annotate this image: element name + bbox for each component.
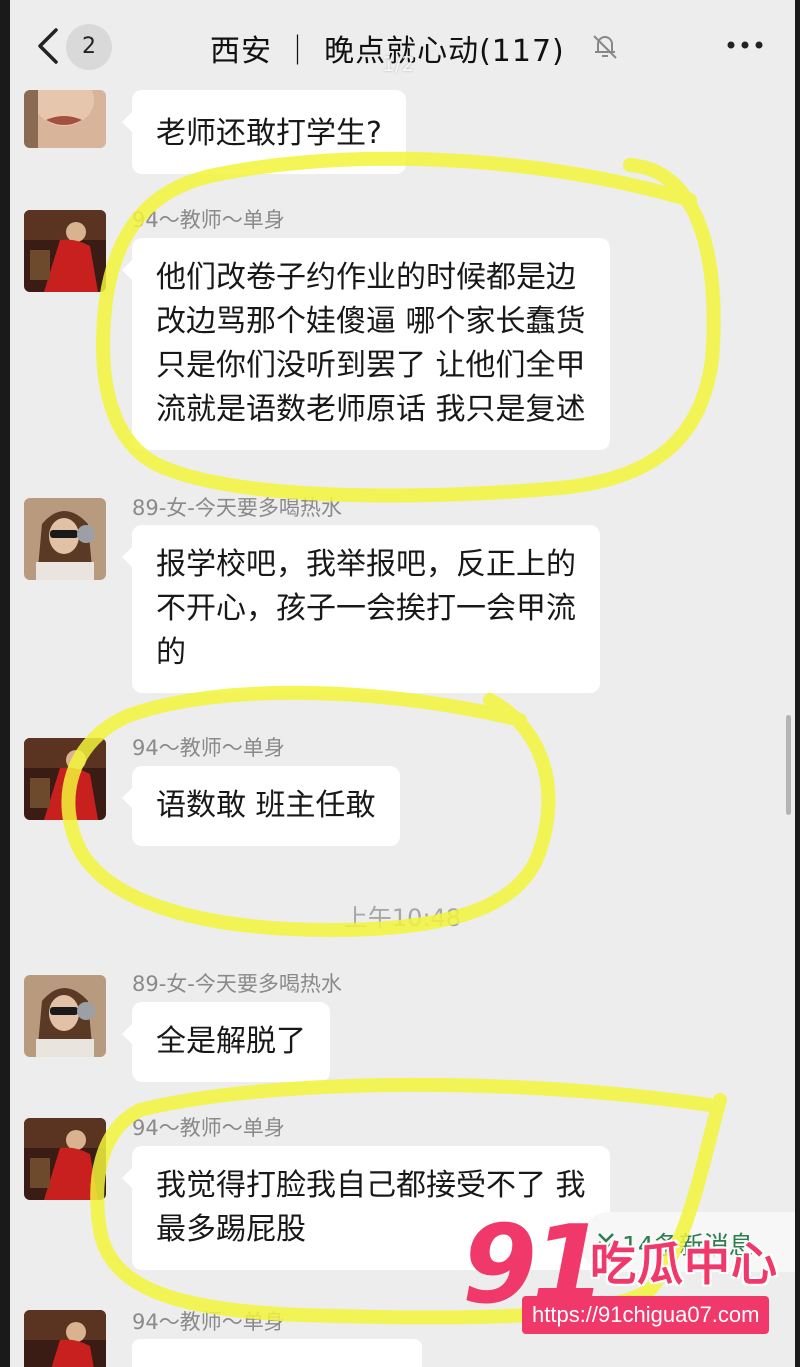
chat-screen: 2 西安 ｜ 晚点就心动(117) 1/2 老师还敢打学生? 94～教师～单身 …	[10, 0, 795, 1367]
sender-name: 94～教师～单身	[132, 736, 285, 760]
message-bubble[interactable]: 语数敢 班主任敢	[122, 766, 400, 846]
sender-name: 89-女-今天要多喝热水	[132, 972, 342, 996]
more-icon[interactable]	[723, 30, 767, 60]
chat-header: 2 西安 ｜ 晚点就心动(117) 1/2	[10, 0, 795, 92]
avatar[interactable]	[24, 1118, 106, 1200]
avatar[interactable]	[24, 498, 106, 580]
sender-name: 89-女-今天要多喝热水	[132, 496, 342, 520]
message-line: 老师还敢打学生?	[156, 116, 382, 151]
page-indicator: 1/2	[382, 52, 415, 76]
message-line: 他们改卷子约作业的时候都是边	[156, 260, 576, 295]
sender-name: 94～教师～单身	[132, 1116, 285, 1140]
message-line: 全是解脱了	[156, 1024, 306, 1059]
message-line: 改边骂那个娃傻逼 哪个家长蠢货	[156, 304, 586, 339]
message-line: 只是你们没听到罢了 让他们全甲	[156, 348, 586, 383]
message-line: 流就是语数老师原话 我只是复述	[156, 392, 586, 427]
avatar[interactable]	[24, 1310, 106, 1367]
watermark-brand: 吃瓜中心	[590, 1237, 778, 1291]
watermark: 91 吃瓜中心 https://91chigua07.com	[462, 1212, 800, 1362]
message-bubble[interactable]: 全是解脱了	[122, 1002, 330, 1082]
message-line: 报学校吧，我举报吧，反正上的	[156, 547, 576, 582]
watermark-url: https://91chigua07.com	[522, 1296, 770, 1334]
sender-name: 94～教师～单身	[132, 1310, 285, 1334]
avatar[interactable]	[24, 975, 106, 1057]
chevron-left-icon[interactable]	[30, 26, 66, 66]
message-bubble[interactable]: 老师还敢打学生?	[122, 90, 406, 174]
message-bubble[interactable]: 他们改卷子约作业的时候都是边 改边骂那个娃傻逼 哪个家长蠢货 只是你们没听到罢了…	[122, 238, 610, 450]
message-bubble[interactable]	[132, 1339, 422, 1367]
message-bubble[interactable]: 报学校吧，我举报吧，反正上的 不开心，孩子一会挨打一会甲流 的	[122, 525, 600, 693]
sender-name: 94～教师～单身	[132, 208, 285, 232]
timestamp: 上午10:48	[343, 904, 462, 932]
avatar[interactable]	[24, 738, 106, 820]
message-line: 不开心，孩子一会挨打一会甲流	[156, 591, 576, 626]
unread-badge[interactable]: 2	[66, 24, 112, 70]
avatar[interactable]	[24, 210, 106, 292]
scrollbar[interactable]	[786, 715, 791, 815]
message-line: 我觉得打脸我自己都接受不了 我	[156, 1168, 586, 1203]
message-line: 语数敢 班主任敢	[156, 788, 376, 823]
avatar[interactable]	[24, 90, 106, 148]
message-line: 的	[156, 635, 186, 670]
bell-off-icon	[593, 35, 617, 59]
